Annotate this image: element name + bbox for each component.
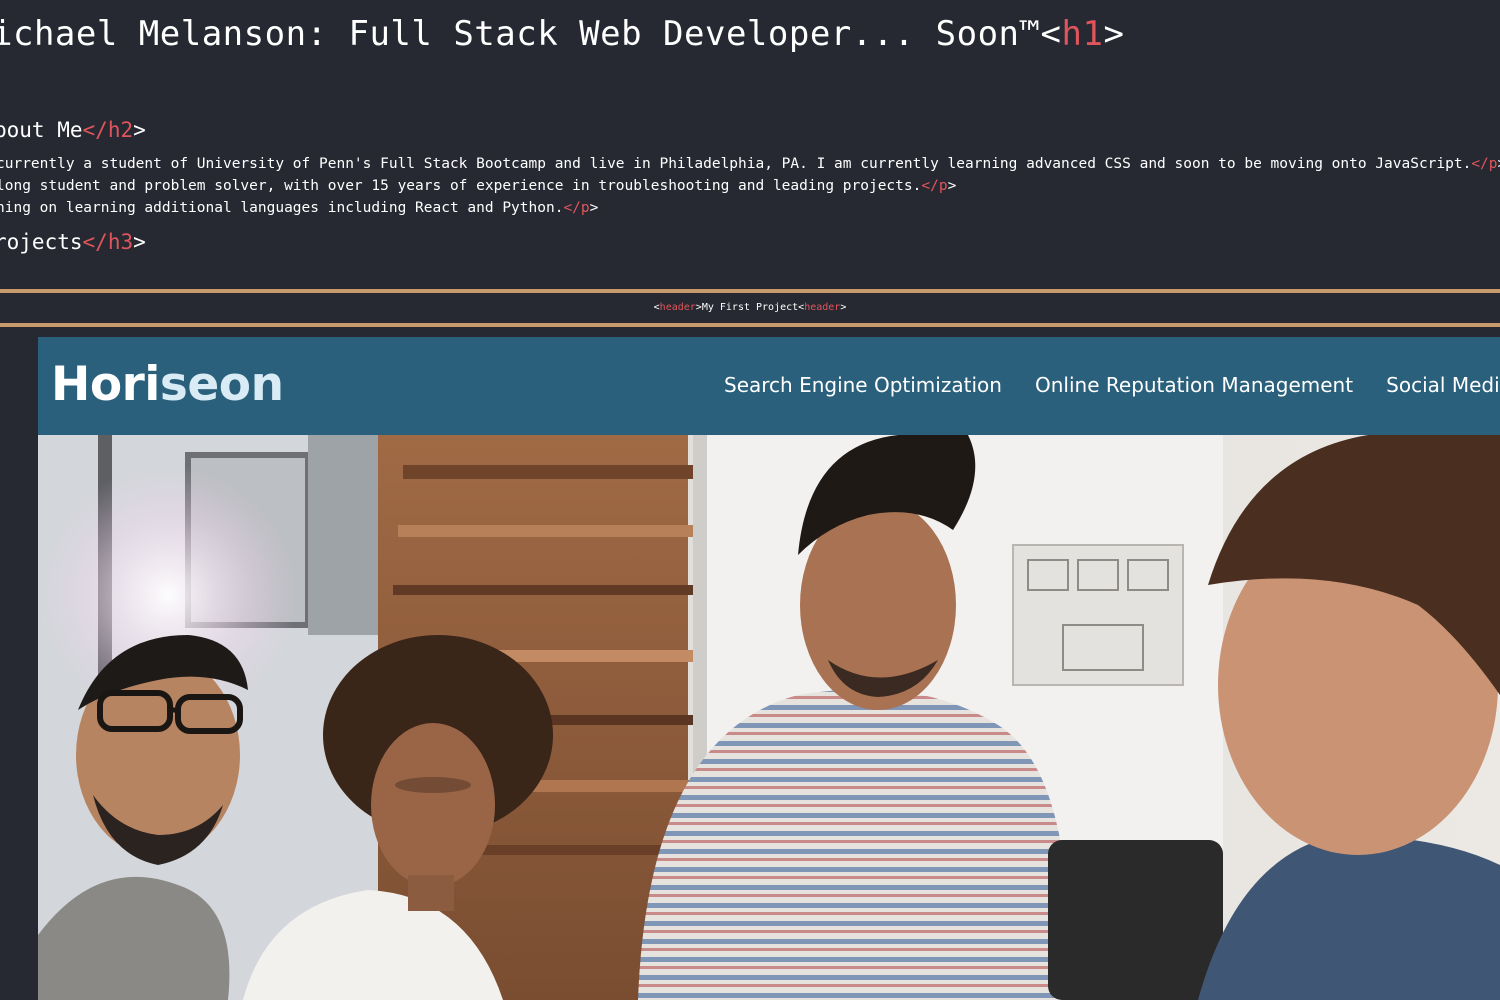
- nav-link-social-media[interactable]: Social Media Marketing: [1386, 371, 1500, 399]
- paragraph-text: ning on learning additional languages in…: [0, 200, 564, 216]
- h1-tag-close: >: [1103, 14, 1125, 54]
- p-tag-name: p: [938, 178, 948, 194]
- about-heading-text: bout Me: [0, 118, 83, 142]
- project-title: My First Project: [701, 302, 799, 313]
- hero-image: [38, 435, 1500, 1000]
- projects-heading-text: rojects: [0, 230, 83, 254]
- horiseon-navbar: Horiseon Search Engine Optimization Onli…: [38, 337, 1500, 435]
- h2-tag-close: >: [133, 118, 146, 142]
- paragraph-text: long student and problem solver, with ov…: [0, 178, 922, 194]
- header-close-end: >: [840, 302, 847, 313]
- header-tag-name: header: [659, 302, 696, 313]
- horiseon-logo[interactable]: Horiseon: [51, 357, 284, 413]
- h3-tag-name: h3: [107, 230, 134, 254]
- h2-tag-open: </: [82, 118, 108, 142]
- about-heading: bout Me</h2>: [0, 116, 146, 144]
- h1-tag-name: h1: [1061, 14, 1104, 54]
- p-tag-open: </: [1471, 156, 1489, 172]
- nav-link-seo[interactable]: Search Engine Optimization: [724, 371, 1002, 399]
- projects-heading: rojects</h3>: [0, 228, 146, 256]
- about-paragraph-2: long student and problem solver, with ov…: [0, 176, 956, 196]
- p-tag-open: </: [921, 178, 939, 194]
- paragraph-text: currently a student of University of Pen…: [0, 156, 1472, 172]
- h2-tag-name: h2: [107, 118, 134, 142]
- project-screenshot[interactable]: Horiseon Search Engine Optimization Onli…: [38, 337, 1500, 1000]
- p-tag-close: >: [589, 200, 599, 216]
- p-tag-name: p: [1488, 156, 1498, 172]
- h1-tag-open: <: [1040, 14, 1062, 54]
- person-right: [1198, 435, 1500, 1000]
- page-title: ichael Melanson: Full Stack Web Develope…: [0, 12, 1124, 56]
- p-tag-close: >: [947, 178, 957, 194]
- p-tag-open: </: [563, 200, 581, 216]
- horiseon-nav-links: Search Engine Optimization Online Reputa…: [724, 371, 1500, 399]
- h3-tag-close: >: [133, 230, 146, 254]
- nav-link-reputation[interactable]: Online Reputation Management: [1035, 371, 1353, 399]
- header-close-name: header: [804, 302, 841, 313]
- about-paragraph-1: currently a student of University of Pen…: [0, 154, 1500, 174]
- logo-part-1: Hori: [51, 357, 160, 412]
- p-tag-name: p: [580, 200, 590, 216]
- about-paragraph-3: ning on learning additional languages in…: [0, 198, 598, 218]
- page-title-text: ichael Melanson: Full Stack Web Develope…: [0, 14, 1041, 54]
- project-header-bar: <header>My First Project<header>: [0, 289, 1500, 327]
- logo-part-2: seon: [159, 357, 284, 412]
- h3-tag-open: </: [82, 230, 108, 254]
